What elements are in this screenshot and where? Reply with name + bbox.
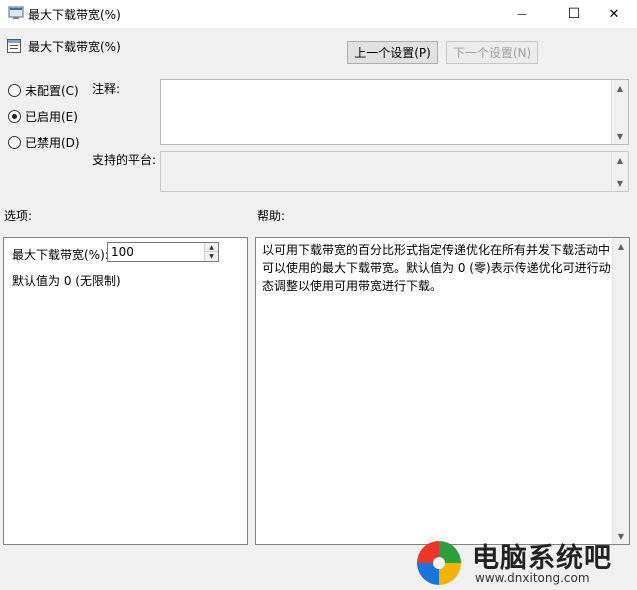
spin-down-icon[interactable]: ▼ [205,252,218,261]
comment-textarea[interactable]: ▲ ▼ [160,79,629,145]
previous-setting-button[interactable]: 上一个设置(P) [347,41,438,64]
radio-label: 未配置(C) [25,84,79,98]
platform-scrollbar[interactable]: ▲ ▼ [611,152,628,191]
maximize-icon: ☐ [567,6,581,22]
title-bar[interactable]: 最大下载带宽(%) — ☐ ✕ [0,0,637,28]
scroll-down-arrow-icon[interactable]: ▼ [613,528,629,544]
comment-scrollbar[interactable]: ▲ ▼ [611,80,628,144]
policy-setting-dialog: 最大下载带宽(%) — ☐ ✕ 最大下载带宽(%) 上一个设置(P) 下一个设置… [0,0,637,590]
help-pane: 以可用下载带宽的百分比形式指定传递优化在所有并发下载活动中可以使用的最大下载带宽… [255,237,630,545]
radio-label: 已禁用(D) [25,136,80,150]
radio-enabled[interactable]: 已启用(E) [8,108,78,125]
max-bandwidth-label: 最大下载带宽(%): [12,248,109,262]
scroll-down-arrow-icon[interactable]: ▼ [612,175,628,191]
radio-button-checked[interactable] [8,110,21,123]
scroll-up-arrow-icon[interactable]: ▲ [613,238,629,254]
close-icon: ✕ [608,6,620,22]
radio-button[interactable] [8,84,21,97]
watermark-name: 电脑系统吧 [472,543,612,574]
watermark-logo-icon [417,541,461,585]
radio-not-configured[interactable]: 未配置(C) [8,82,79,99]
policy-editor-icon [8,6,24,19]
next-setting-button[interactable]: 下一个设置(N) [446,41,538,64]
platform-label: 支持的平台: [92,153,157,167]
policy-setting-icon [7,39,21,53]
max-bandwidth-value[interactable]: 100 [111,245,134,259]
scroll-up-arrow-icon[interactable]: ▲ [612,80,628,96]
max-bandwidth-spinbox[interactable]: 100 ▲ ▼ [107,242,219,262]
options-heading: 选项: [4,209,33,223]
help-scrollbar[interactable]: ▲ ▼ [612,238,629,544]
radio-button[interactable] [8,136,21,149]
minimize-button[interactable]: — [499,0,545,28]
platform-field[interactable]: ▲ ▼ [160,151,629,192]
policy-title: 最大下载带宽(%) [28,40,121,54]
watermark-url: www.dnxitong.com [475,571,590,585]
window-title: 最大下载带宽(%) [28,8,121,22]
help-heading: 帮助: [257,209,286,223]
radio-label: 已启用(E) [25,110,78,124]
help-text: 以可用下载带宽的百分比形式指定传递优化在所有并发下载活动中可以使用的最大下载带宽… [262,243,611,293]
default-value-note: 默认值为 0 (无限制) [12,274,121,288]
options-pane: 最大下载带宽(%): 100 ▲ ▼ 默认值为 0 (无限制) [3,237,248,545]
close-button[interactable]: ✕ [591,0,637,28]
minimize-icon: — [517,8,527,20]
radio-disabled[interactable]: 已禁用(D) [8,134,80,151]
scroll-down-arrow-icon[interactable]: ▼ [612,128,628,144]
spin-up-icon[interactable]: ▲ [205,243,218,252]
comment-label: 注释: [92,82,121,96]
scroll-up-arrow-icon[interactable]: ▲ [612,152,628,168]
